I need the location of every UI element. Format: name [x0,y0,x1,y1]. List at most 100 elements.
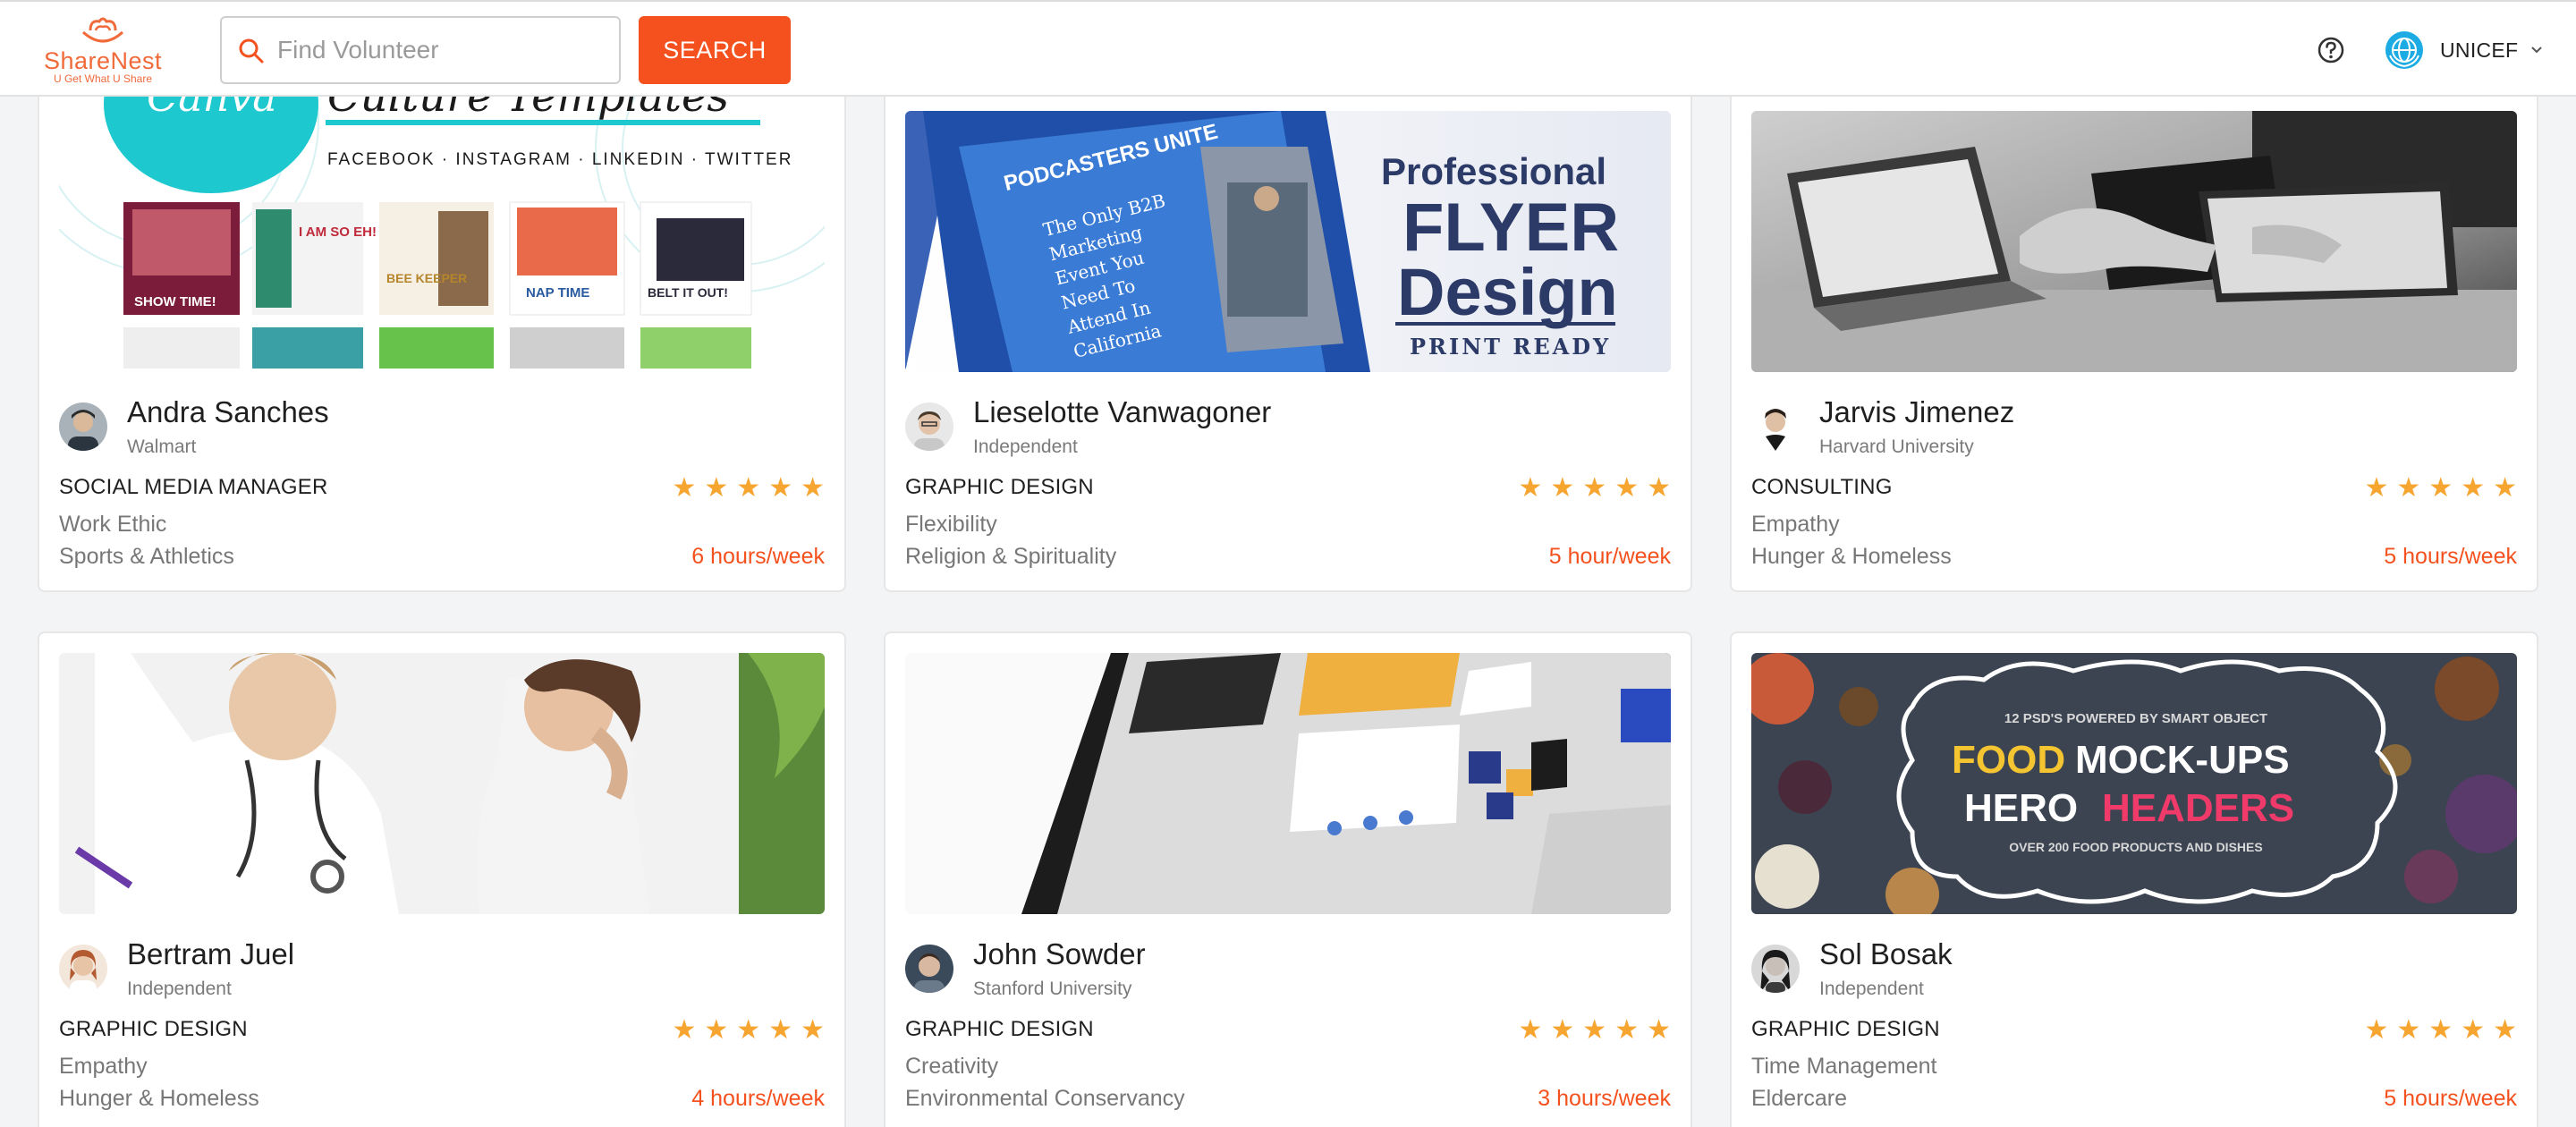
volunteer-card[interactable]: PODCASTERS UNITE The Only B2B Marketing … [884,75,1692,592]
star-icon: ★ [736,1015,761,1045]
organization-menu[interactable]: UNICEF [2385,30,2543,70]
tile-label: SHOW TIME! [134,294,216,309]
volunteer-card[interactable]: 12 PSD'S POWERED BY SMART OBJECT FOOD MO… [1730,631,2538,1127]
star-icon: ★ [672,1015,697,1045]
volunteer-hours: 5 hour/week [1548,544,1671,569]
star-icon: ★ [704,473,729,503]
volunteer-card[interactable]: Canva Culture Templates FACEBOOK · INSTA… [38,75,846,592]
volunteer-hours: 6 hours/week [691,544,825,569]
star-icon: ★ [2364,473,2389,503]
volunteer-skill: Flexibility [905,512,997,537]
volunteer-hours: 5 hours/week [2384,1086,2517,1111]
volunteer-skill: Empathy [59,1054,148,1079]
sharenest-logo[interactable]: ShareNest U Get What U Share [36,14,170,86]
search-field-container [220,16,621,84]
star-icon: ★ [1582,1015,1607,1045]
volunteer-card[interactable]: Jarvis Jimenez Harvard University CONSUL… [1730,75,2538,592]
star-icon: ★ [736,473,761,503]
star-icon: ★ [2461,1015,2486,1045]
star-icon: ★ [1550,473,1575,503]
volunteer-organization: Stanford University [973,979,1132,999]
star-rating: ★ ★ ★ ★ ★ [2364,475,2517,502]
star-icon: ★ [2396,1015,2421,1045]
top-navigation-bar: ShareNest U Get What U Share SEARCH UNIC… [0,0,2576,97]
volunteer-name[interactable]: Andra Sanches [127,395,329,429]
star-icon: ★ [2396,473,2421,503]
star-icon: ★ [1614,473,1640,503]
star-icon: ★ [1582,473,1607,503]
volunteer-hours: 3 hours/week [1538,1086,1671,1111]
volunteer-name[interactable]: Lieselotte Vanwagoner [973,395,1271,429]
volunteer-cause: Sports & Athletics [59,544,234,569]
star-icon: ★ [1647,473,1671,503]
avatar [905,402,953,451]
logo-tagline: U Get What U Share [53,72,153,85]
image-headline: MOCK-UPS [2075,738,2290,782]
find-volunteer-input[interactable] [277,30,608,70]
star-icon: ★ [2461,473,2486,503]
image-subheadline: 12 PSD'S POWERED BY SMART OBJECT [2004,711,2267,726]
volunteer-hours: 4 hours/week [691,1086,825,1111]
star-icon: ★ [2364,1015,2389,1045]
volunteer-card[interactable]: Bertram Juel Independent GRAPHIC DESIGN … [38,631,846,1127]
tile-label: NAP TIME [526,285,589,301]
volunteer-cover-image [905,653,1671,914]
star-icon: ★ [1647,1015,1671,1045]
volunteer-name[interactable]: Jarvis Jimenez [1819,395,2014,429]
volunteer-cover-image: 12 PSD'S POWERED BY SMART OBJECT FOOD MO… [1751,653,2517,914]
volunteer-role: CONSULTING [1751,475,1893,499]
help-icon[interactable] [2317,36,2345,64]
sharenest-logo-icon [81,17,124,43]
volunteer-organization: Independent [973,436,1078,457]
volunteer-role: GRAPHIC DESIGN [59,1017,248,1041]
image-headline: FOOD [1952,738,2065,782]
star-icon: ★ [1614,1015,1640,1045]
image-headline: HERO [1964,786,2078,830]
star-icon: ★ [801,473,825,503]
volunteer-role: GRAPHIC DESIGN [905,475,1094,499]
star-icon: ★ [672,473,697,503]
volunteer-organization: Independent [1819,979,1924,999]
volunteer-cause: Hunger & Homeless [1751,544,1952,569]
search-button[interactable]: SEARCH [639,16,791,84]
avatar [1751,402,1800,451]
volunteer-cause: Hunger & Homeless [59,1086,259,1111]
star-rating: ★ ★ ★ ★ ★ [672,1017,825,1044]
image-headline: HEADERS [2102,786,2294,830]
volunteer-role: GRAPHIC DESIGN [1751,1017,1940,1041]
volunteer-cover-image [59,653,825,914]
image-subheadline: OVER 200 FOOD PRODUCTS AND DISHES [2009,840,2262,854]
volunteer-organization: Harvard University [1819,436,1974,457]
star-icon: ★ [2428,1015,2453,1045]
avatar [1751,945,1800,993]
star-icon: ★ [1518,473,1543,503]
star-icon: ★ [1550,1015,1575,1045]
organization-name: UNICEF [2440,38,2519,62]
volunteer-cover-image: PODCASTERS UNITE The Only B2B Marketing … [905,111,1671,372]
volunteer-name[interactable]: Bertram Juel [127,937,294,971]
image-networks: FACEBOOK · INSTAGRAM · LINKEDIN · TWITTE… [327,150,792,169]
star-icon: ★ [768,1015,793,1045]
star-icon: ★ [801,1015,825,1045]
star-rating: ★ ★ ★ ★ ★ [672,475,825,502]
star-rating: ★ ★ ★ ★ ★ [1518,475,1671,502]
image-headline: Design [1397,255,1618,329]
volunteer-card[interactable]: John Sowder Stanford University GRAPHIC … [884,631,1692,1127]
volunteer-name[interactable]: John Sowder [973,937,1146,971]
chevron-down-icon [2531,47,2543,54]
avatar [905,945,953,993]
volunteer-role: GRAPHIC DESIGN [905,1017,1094,1041]
unicef-globe-icon [2385,31,2423,69]
volunteer-skill: Creativity [905,1054,999,1079]
volunteer-skill: Time Management [1751,1054,1937,1079]
volunteer-name[interactable]: Sol Bosak [1819,937,1953,971]
tile-label: BELT IT OUT! [648,285,728,300]
image-headline: Professional [1381,150,1606,192]
star-rating: ★ ★ ★ ★ ★ [2364,1017,2517,1044]
volunteer-cause: Religion & Spirituality [905,544,1117,569]
tile-label: BEE KEEPER [386,271,467,285]
star-icon: ★ [768,473,793,503]
volunteer-skill: Work Ethic [59,512,167,537]
avatar [59,945,107,993]
volunteer-organization: Independent [127,979,232,999]
